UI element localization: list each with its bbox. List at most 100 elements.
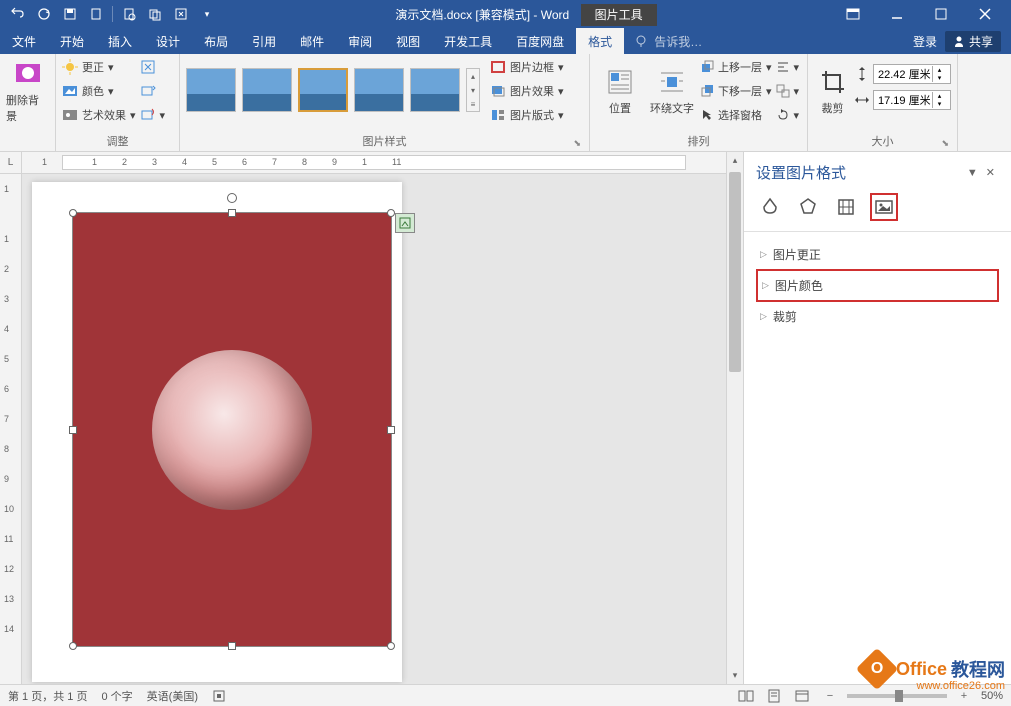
- tab-mailings[interactable]: 邮件: [288, 28, 336, 54]
- layout-properties-tab[interactable]: [832, 193, 860, 221]
- lightbulb-icon: [634, 34, 648, 48]
- tab-file[interactable]: 文件: [0, 28, 48, 54]
- tab-references[interactable]: 引用: [240, 28, 288, 54]
- tab-view[interactable]: 视图: [384, 28, 432, 54]
- handle-n[interactable]: [228, 209, 236, 217]
- style-thumb-4[interactable]: [354, 68, 404, 112]
- handle-nw[interactable]: [69, 209, 77, 217]
- picture-effects-button[interactable]: 图片效果 ▾: [490, 80, 564, 102]
- tab-developer[interactable]: 开发工具: [432, 28, 504, 54]
- new-button[interactable]: [84, 2, 108, 26]
- style-thumb-5[interactable]: [410, 68, 460, 112]
- zoom-slider[interactable]: [847, 694, 947, 698]
- vertical-ruler: L 1 1 2 3 4 5 6 7 8 9 10 11 12 13 14: [0, 152, 22, 684]
- language-status[interactable]: 英语(美国): [147, 688, 198, 704]
- position-button[interactable]: 位置: [596, 56, 644, 126]
- height-input[interactable]: 22.42 厘米▴▾: [873, 64, 951, 84]
- scroll-down[interactable]: ▾: [727, 667, 743, 684]
- maximize-button[interactable]: [921, 0, 961, 28]
- scroll-thumb[interactable]: [729, 172, 741, 372]
- print-layout-button[interactable]: [763, 687, 785, 705]
- crop-button[interactable]: 裁剪: [814, 56, 851, 126]
- artistic-effects-button[interactable]: 艺术效果 ▾: [62, 104, 136, 126]
- login-button[interactable]: 登录: [913, 33, 937, 50]
- word-count[interactable]: 0 个字: [101, 688, 132, 704]
- tab-review[interactable]: 审阅: [336, 28, 384, 54]
- scroll-up[interactable]: ▴: [727, 152, 743, 169]
- layout-icon: [490, 107, 506, 123]
- color-button[interactable]: 颜色 ▾: [62, 80, 136, 102]
- effects-tab[interactable]: [794, 193, 822, 221]
- handle-e[interactable]: [387, 426, 395, 434]
- read-mode-button[interactable]: [735, 687, 757, 705]
- redo-button[interactable]: [32, 2, 56, 26]
- selected-image[interactable]: [72, 212, 392, 647]
- tab-home[interactable]: 开始: [48, 28, 96, 54]
- picture-styles-gallery[interactable]: ▴▾≡: [186, 56, 480, 112]
- minimize-button[interactable]: [877, 0, 917, 28]
- width-input[interactable]: 17.19 厘米▴▾: [873, 90, 951, 110]
- size-group-label: 大小⬊: [814, 131, 951, 151]
- align-button[interactable]: ▾: [776, 56, 800, 78]
- wrap-text-button[interactable]: 环绕文字: [648, 56, 696, 126]
- picture-corrections-section[interactable]: ▷图片更正: [756, 240, 999, 269]
- page-status[interactable]: 第 1 页，共 1 页: [8, 688, 87, 704]
- bring-forward-button[interactable]: 上移一层 ▾: [700, 56, 772, 78]
- qat-button-2[interactable]: [143, 2, 167, 26]
- macro-icon[interactable]: [212, 689, 226, 703]
- style-thumb-1[interactable]: [186, 68, 236, 112]
- tab-baidu[interactable]: 百度网盘: [504, 28, 576, 54]
- styles-launcher[interactable]: ⬊: [573, 138, 581, 149]
- handle-s[interactable]: [228, 642, 236, 650]
- selection-pane-button[interactable]: 选择窗格: [700, 104, 772, 126]
- style-thumb-3[interactable]: [298, 68, 348, 112]
- document-canvas[interactable]: [22, 174, 726, 684]
- picture-layout-button[interactable]: 图片版式 ▾: [490, 104, 564, 126]
- handle-se[interactable]: [387, 642, 395, 650]
- picture-color-section[interactable]: ▷图片颜色: [756, 269, 999, 302]
- save-button[interactable]: [58, 2, 82, 26]
- layout-options-button[interactable]: [395, 213, 415, 233]
- qat-customize-button[interactable]: ▾: [195, 2, 219, 26]
- remove-background-button[interactable]: 删除背景: [6, 56, 49, 126]
- qat-button-3[interactable]: [169, 2, 193, 26]
- close-button[interactable]: [965, 0, 1005, 28]
- handle-sw[interactable]: [69, 642, 77, 650]
- pane-dropdown[interactable]: ▼: [963, 167, 982, 179]
- style-thumb-2[interactable]: [242, 68, 292, 112]
- tab-format[interactable]: 格式: [576, 28, 624, 54]
- artistic-icon: [62, 107, 78, 123]
- web-layout-button[interactable]: [791, 687, 813, 705]
- handle-ne[interactable]: [387, 209, 395, 217]
- pane-close[interactable]: ✕: [982, 166, 999, 179]
- change-picture-button[interactable]: [140, 80, 166, 102]
- print-preview-button[interactable]: [117, 2, 141, 26]
- handle-w[interactable]: [69, 426, 77, 434]
- compress-button[interactable]: [140, 56, 166, 78]
- crop-section[interactable]: ▷裁剪: [756, 302, 999, 331]
- content-area: L 1 1 2 3 4 5 6 7 8 9 10 11 12 13 14 1 1…: [0, 152, 1011, 684]
- style-gallery-more[interactable]: ▴▾≡: [466, 68, 480, 112]
- undo-button[interactable]: [6, 2, 30, 26]
- share-button[interactable]: 共享: [945, 31, 1001, 52]
- picture-tab[interactable]: [870, 193, 898, 221]
- ribbon-display-button[interactable]: [833, 0, 873, 28]
- group-button[interactable]: ▾: [776, 80, 800, 102]
- tab-insert[interactable]: 插入: [96, 28, 144, 54]
- border-icon: [490, 59, 506, 75]
- corrections-button[interactable]: 更正 ▾: [62, 56, 136, 78]
- reset-picture-button[interactable]: ▾: [140, 104, 166, 126]
- sun-icon: [62, 59, 78, 75]
- rotate-button[interactable]: ▾: [776, 104, 800, 126]
- size-launcher[interactable]: ⬊: [941, 138, 949, 149]
- rotation-handle[interactable]: [227, 193, 237, 203]
- zoom-out-button[interactable]: −: [819, 687, 841, 705]
- fill-line-tab[interactable]: [756, 193, 784, 221]
- send-backward-button[interactable]: 下移一层 ▾: [700, 80, 772, 102]
- tell-me-search[interactable]: 告诉我…: [624, 28, 913, 54]
- vertical-scrollbar[interactable]: ▴ ▾: [726, 152, 743, 684]
- tab-design[interactable]: 设计: [144, 28, 192, 54]
- picture-border-button[interactable]: 图片边框 ▾: [490, 56, 564, 78]
- tab-layout[interactable]: 布局: [192, 28, 240, 54]
- rotate-icon: [776, 108, 790, 122]
